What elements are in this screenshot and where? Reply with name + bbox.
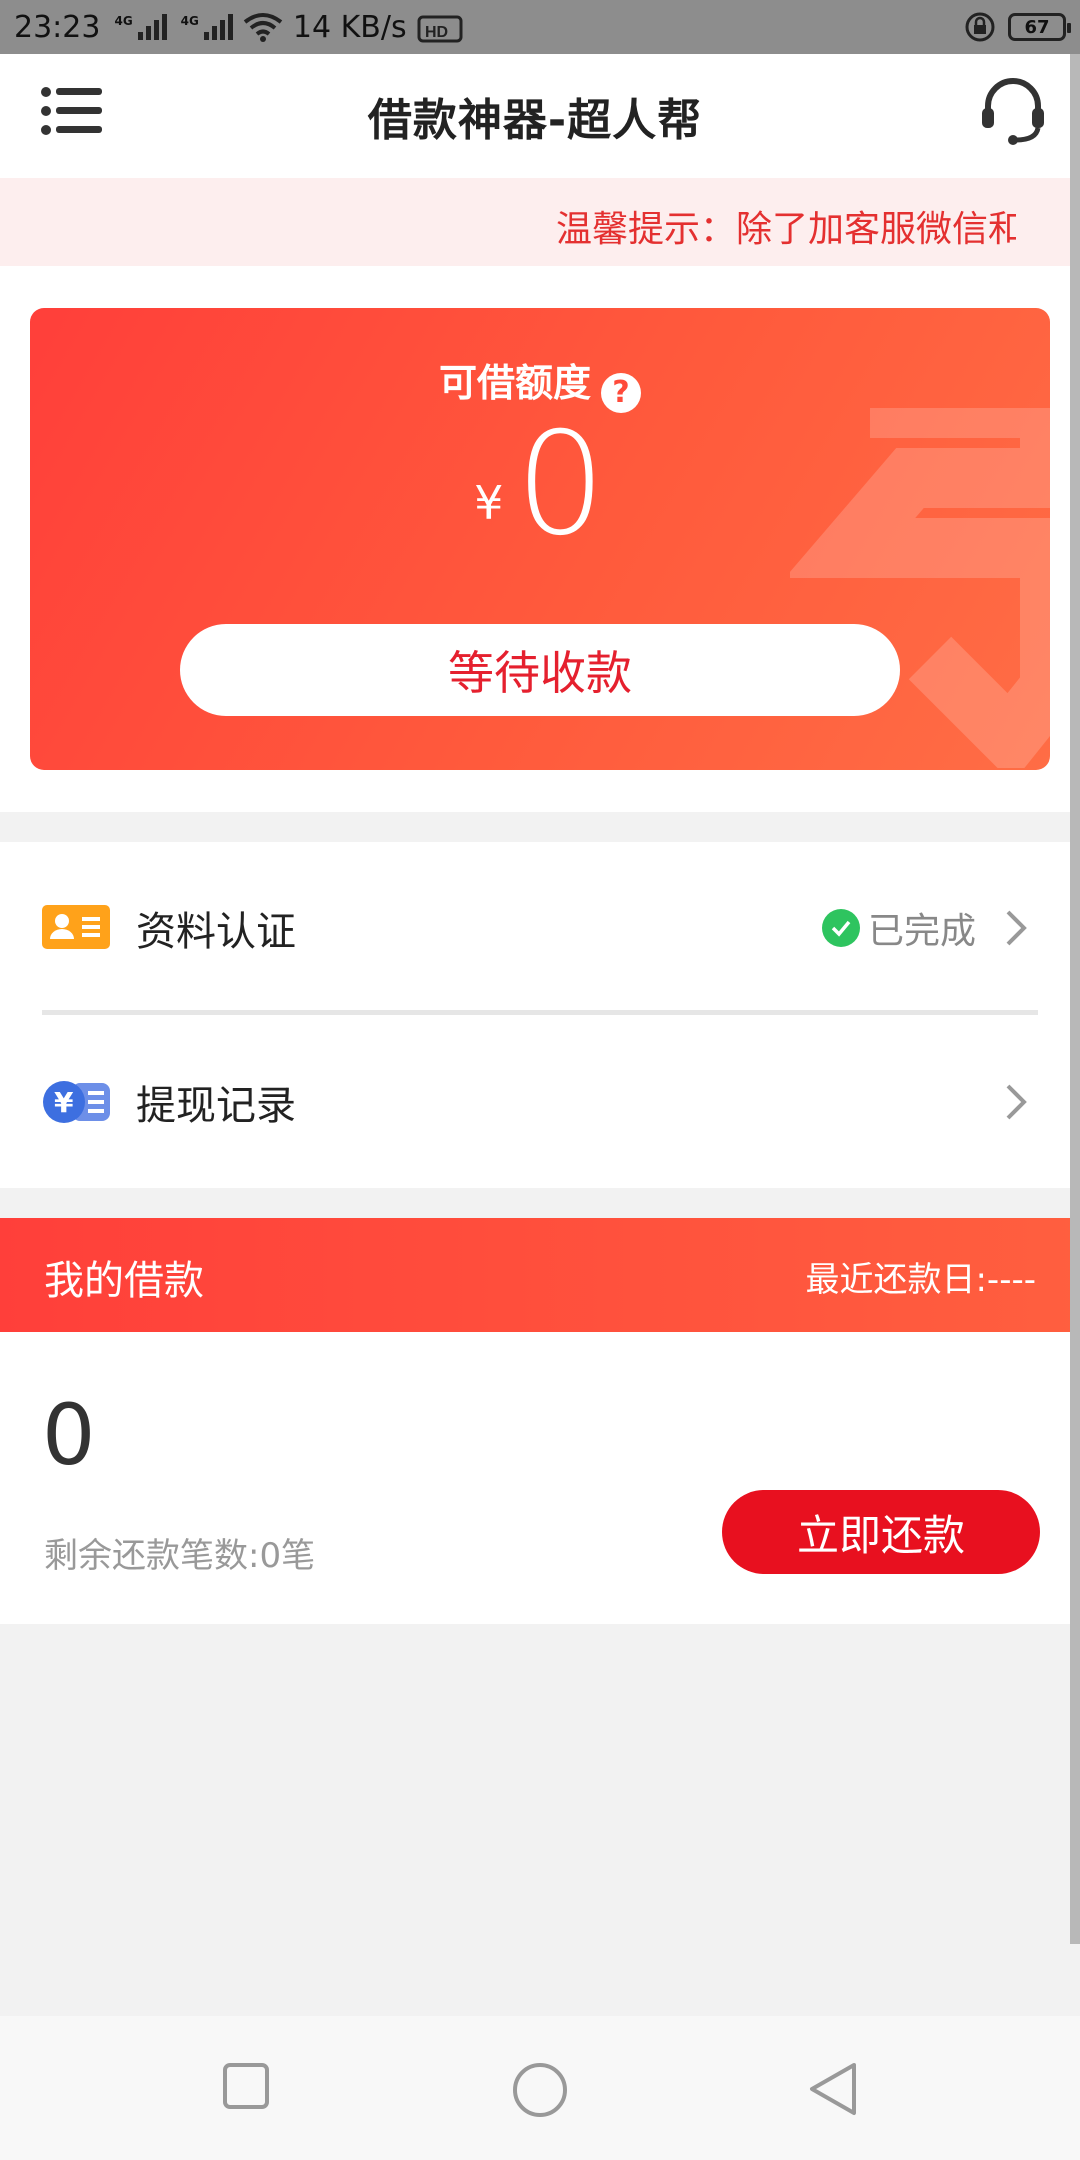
remaining-count: 剩余还款笔数:0笔	[44, 1536, 316, 1576]
customer-service-button[interactable]	[980, 76, 1046, 146]
id-card-icon	[42, 905, 110, 949]
yuan-record-icon: ¥	[43, 1081, 110, 1123]
menu-list: 资料认证 已完成 ¥ 提现记录	[0, 842, 1070, 1188]
repay-now-button[interactable]: 立即还款	[722, 1490, 1040, 1574]
list-item-verification[interactable]: 资料认证 已完成	[0, 842, 1070, 1015]
quota-label: 可借额度	[438, 361, 591, 405]
currency-symbol: ¥	[474, 476, 504, 530]
divider	[42, 1010, 1038, 1015]
quota-amount-row: ¥0	[30, 414, 1050, 556]
list-item-label: 资料认证	[136, 909, 296, 955]
back-icon[interactable]	[808, 2062, 858, 2116]
verification-status: 已完成	[821, 902, 976, 954]
notice-text: 温馨提示：除了加客服微信和	[556, 209, 1016, 250]
list-item-label: 提现记录	[136, 1083, 296, 1129]
recent-apps-icon[interactable]	[222, 2062, 270, 2110]
battery-icon: 67	[1008, 13, 1071, 41]
my-loan-header: 我的借款 最近还款日:----	[0, 1218, 1080, 1332]
rotation-lock-icon	[964, 11, 996, 43]
my-loan-body: 0 剩余还款笔数:0笔 立即还款	[0, 1332, 1070, 1624]
my-loan-title: 我的借款	[44, 1258, 204, 1304]
signal-icon-2: 4G	[181, 14, 233, 40]
quota-amount: 0	[515, 402, 606, 567]
wifi-icon	[243, 12, 283, 42]
app-header: 借款神器-超人帮	[0, 54, 1070, 178]
svg-text:¥: ¥	[54, 1086, 74, 1119]
recent-repay-date: 最近还款日:----	[805, 1260, 1036, 1300]
wait-receive-button[interactable]: 等待收款	[180, 624, 900, 716]
list-menu-icon	[41, 87, 102, 135]
network-speed: 14 KB/s	[292, 9, 407, 45]
menu-button[interactable]	[40, 84, 104, 138]
chevron-right-icon	[1006, 1084, 1027, 1120]
page-title: 借款神器-超人帮	[367, 95, 703, 146]
headset-icon	[982, 78, 1044, 145]
system-nav-bar	[0, 2016, 1080, 2160]
scrollbar[interactable]	[1070, 54, 1080, 1944]
home-icon[interactable]	[512, 2062, 568, 2118]
check-circle-icon	[821, 909, 860, 947]
status-time: 23:23	[14, 9, 101, 45]
svg-text:HD: HD	[425, 24, 448, 41]
status-bar: 23:23 4G 4G 14 KB/s HD 67	[0, 0, 1080, 54]
help-icon[interactable]: ?	[601, 373, 641, 413]
chevron-right-icon	[1006, 910, 1027, 946]
loan-amount: 0	[42, 1386, 96, 1484]
signal-icon: 4G	[114, 14, 167, 40]
notice-bar: 温馨提示：除了加客服微信和	[0, 178, 1070, 266]
hd-icon: HD	[417, 11, 463, 43]
status-text: 已完成	[867, 911, 976, 952]
quota-section: 可借额度? ¥0 等待收款	[0, 266, 1070, 812]
quota-card: 可借额度? ¥0 等待收款	[30, 308, 1050, 770]
list-item-withdraw-records[interactable]: ¥ 提现记录	[0, 1016, 1070, 1188]
